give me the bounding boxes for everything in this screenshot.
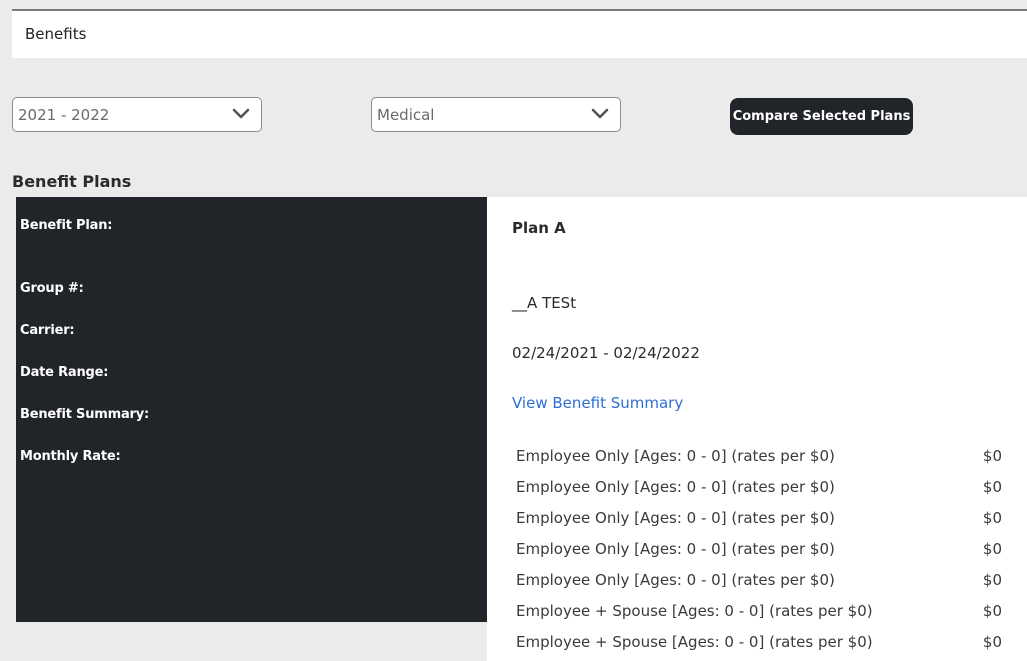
rate-label: Employee Only [Ages: 0 - 0] (rates per $… xyxy=(516,509,835,527)
benefit-type-select[interactable]: Medical xyxy=(371,97,621,132)
rate-amount: $0 xyxy=(982,571,1002,589)
rate-row: Employee Only [Ages: 0 - 0] (rates per $… xyxy=(516,509,1002,529)
rate-label: Employee Only [Ages: 0 - 0] (rates per $… xyxy=(516,540,835,558)
rate-row: Employee Only [Ages: 0 - 0] (rates per $… xyxy=(516,478,1002,498)
plan-date-range-value: 02/24/2021 - 02/24/2022 xyxy=(512,344,700,362)
plan-labels-panel: Benefit Plan: Group #: Carrier: Date Ran… xyxy=(16,197,487,622)
chevron-down-icon xyxy=(591,108,609,119)
label-benefit-summary: Benefit Summary: xyxy=(20,407,150,422)
page-title: Benefits xyxy=(25,25,87,43)
rate-amount: $0 xyxy=(982,602,1002,620)
label-group: Group #: xyxy=(20,281,84,296)
chevron-down-icon xyxy=(232,108,250,119)
rate-amount: $0 xyxy=(982,540,1002,558)
plan-year-value: 2021 - 2022 xyxy=(18,106,110,124)
rate-label: Employee Only [Ages: 0 - 0] (rates per $… xyxy=(516,447,835,465)
plan-carrier-value: __A TESt xyxy=(512,294,577,312)
plan-name: Plan A xyxy=(512,219,566,237)
rate-row: Employee Only [Ages: 0 - 0] (rates per $… xyxy=(516,447,1002,467)
section-title: Benefit Plans xyxy=(12,172,132,191)
compare-selected-plans-button[interactable]: Compare Selected Plans xyxy=(730,98,913,135)
rate-label: Employee + Spouse [Ages: 0 - 0] (rates p… xyxy=(516,633,873,651)
view-benefit-summary-link[interactable]: View Benefit Summary xyxy=(512,394,683,412)
rate-row: Employee Only [Ages: 0 - 0] (rates per $… xyxy=(516,540,1002,560)
rate-amount: $0 xyxy=(982,478,1002,496)
rate-label: Employee + Spouse [Ages: 0 - 0] (rates p… xyxy=(516,602,873,620)
rate-row: Employee Only [Ages: 0 - 0] (rates per $… xyxy=(516,571,1002,591)
label-carrier: Carrier: xyxy=(20,323,75,338)
label-benefit-plan: Benefit Plan: xyxy=(20,218,113,233)
label-date-range: Date Range: xyxy=(20,365,109,380)
rate-label: Employee Only [Ages: 0 - 0] (rates per $… xyxy=(516,478,835,496)
rate-amount: $0 xyxy=(982,509,1002,527)
benefits-page: Benefits 2021 - 2022 Medical Compare Sel… xyxy=(0,0,1027,661)
rate-row: Employee + Spouse [Ages: 0 - 0] (rates p… xyxy=(516,633,1002,653)
plan-year-select[interactable]: 2021 - 2022 xyxy=(12,97,262,132)
rate-amount: $0 xyxy=(982,633,1002,651)
benefit-type-value: Medical xyxy=(377,106,435,124)
page-header: Benefits xyxy=(12,9,1027,58)
plan-values-panel: Plan A __A TESt 02/24/2021 - 02/24/2022 … xyxy=(487,197,1027,661)
rate-row: Employee + Spouse [Ages: 0 - 0] (rates p… xyxy=(516,602,1002,622)
rate-label: Employee Only [Ages: 0 - 0] (rates per $… xyxy=(516,571,835,589)
label-monthly-rate: Monthly Rate: xyxy=(20,449,121,464)
rate-amount: $0 xyxy=(982,447,1002,465)
